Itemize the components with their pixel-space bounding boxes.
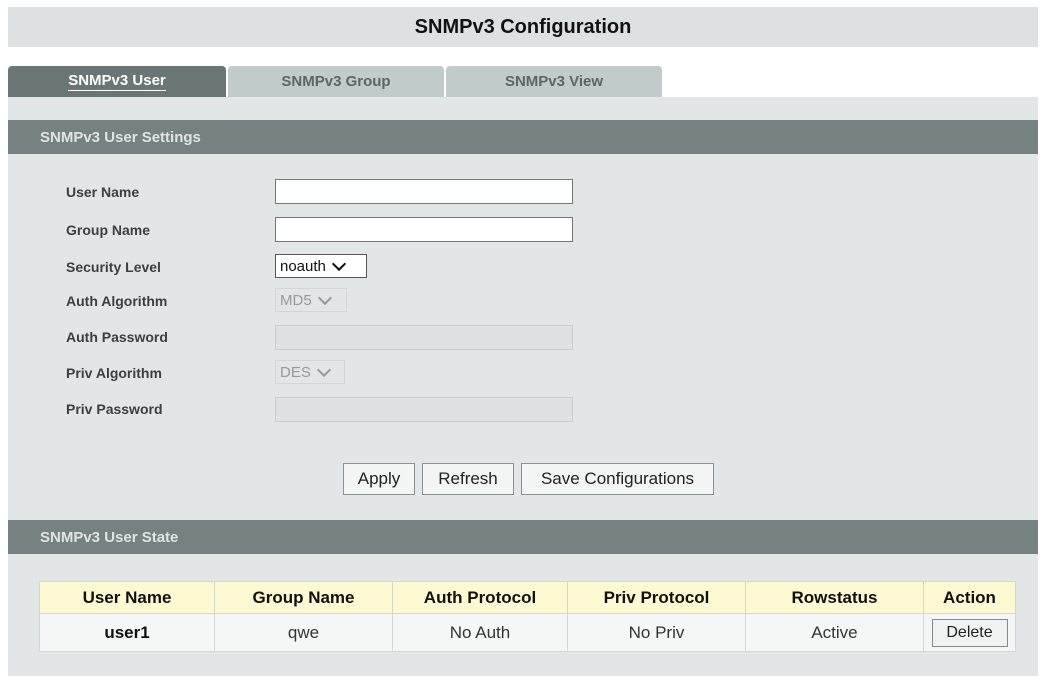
chevron-down-icon	[317, 290, 332, 305]
security-level-value: noauth	[280, 257, 326, 275]
tab-snmpv3-group[interactable]: SNMPv3 Group	[228, 66, 444, 97]
priv-algorithm-label: Priv Algorithm	[66, 365, 162, 381]
user-state-header: SNMPv3 User State	[8, 520, 1038, 554]
column-header-auth-protocol: Auth Protocol	[392, 581, 568, 614]
tab-snmpv3-view-label: SNMPv3 View	[504, 73, 604, 90]
auth-password-input[interactable]	[275, 325, 573, 350]
tab-snmpv3-user[interactable]: SNMPv3 User	[8, 66, 226, 97]
delete-button[interactable]: Delete	[931, 618, 1008, 647]
column-header-rowstatus: Rowstatus	[745, 581, 924, 614]
table-row: user1 qwe No Auth No Priv Active Delete	[39, 613, 1016, 652]
cell-auth-protocol: No Auth	[392, 613, 568, 652]
auth-algorithm-label: Auth Algorithm	[66, 293, 168, 309]
chevron-down-icon	[331, 256, 346, 271]
priv-algorithm-value: DES	[280, 363, 311, 381]
column-header-user-name: User Name	[39, 581, 215, 614]
column-header-group-name: Group Name	[214, 581, 393, 614]
tab-snmpv3-view[interactable]: SNMPv3 View	[446, 66, 662, 97]
cell-action: Delete	[923, 613, 1016, 652]
user-settings-header: SNMPv3 User Settings	[8, 120, 1038, 154]
chevron-down-icon	[316, 362, 331, 377]
user-name-input[interactable]	[275, 179, 573, 204]
security-level-label: Security Level	[66, 259, 161, 275]
save-configurations-button[interactable]: Save Configurations	[521, 463, 714, 495]
cell-group-name: qwe	[214, 613, 393, 652]
group-name-label: Group Name	[66, 222, 151, 238]
user-state-table: User Name Group Name Auth Protocol Priv …	[39, 581, 1016, 652]
refresh-button[interactable]: Refresh	[422, 463, 514, 495]
cell-user-name: user1	[39, 613, 215, 652]
priv-password-label: Priv Password	[66, 401, 163, 417]
page-title: SNMPv3 Configuration	[8, 7, 1038, 47]
auth-password-label: Auth Password	[66, 329, 168, 345]
group-name-input[interactable]	[275, 217, 573, 242]
security-level-select[interactable]: noauth	[275, 254, 367, 278]
column-header-priv-protocol: Priv Protocol	[567, 581, 746, 614]
tab-bar: SNMPv3 User SNMPv3 Group SNMPv3 View	[8, 66, 664, 97]
tab-snmpv3-user-label: SNMPv3 User	[68, 72, 166, 91]
column-header-action: Action	[923, 581, 1016, 614]
content-panel: SNMPv3 User Settings User Name Group Nam…	[8, 97, 1038, 676]
cell-rowstatus: Active	[745, 613, 924, 652]
apply-button[interactable]: Apply	[343, 463, 415, 495]
tab-snmpv3-group-label: SNMPv3 Group	[281, 73, 391, 90]
auth-algorithm-select[interactable]: MD5	[275, 288, 347, 312]
priv-algorithm-select[interactable]: DES	[275, 360, 345, 384]
priv-password-input[interactable]	[275, 397, 573, 422]
table-header-row: User Name Group Name Auth Protocol Priv …	[39, 581, 1016, 614]
cell-priv-protocol: No Priv	[567, 613, 746, 652]
user-name-label: User Name	[66, 184, 140, 200]
auth-algorithm-value: MD5	[280, 291, 312, 309]
